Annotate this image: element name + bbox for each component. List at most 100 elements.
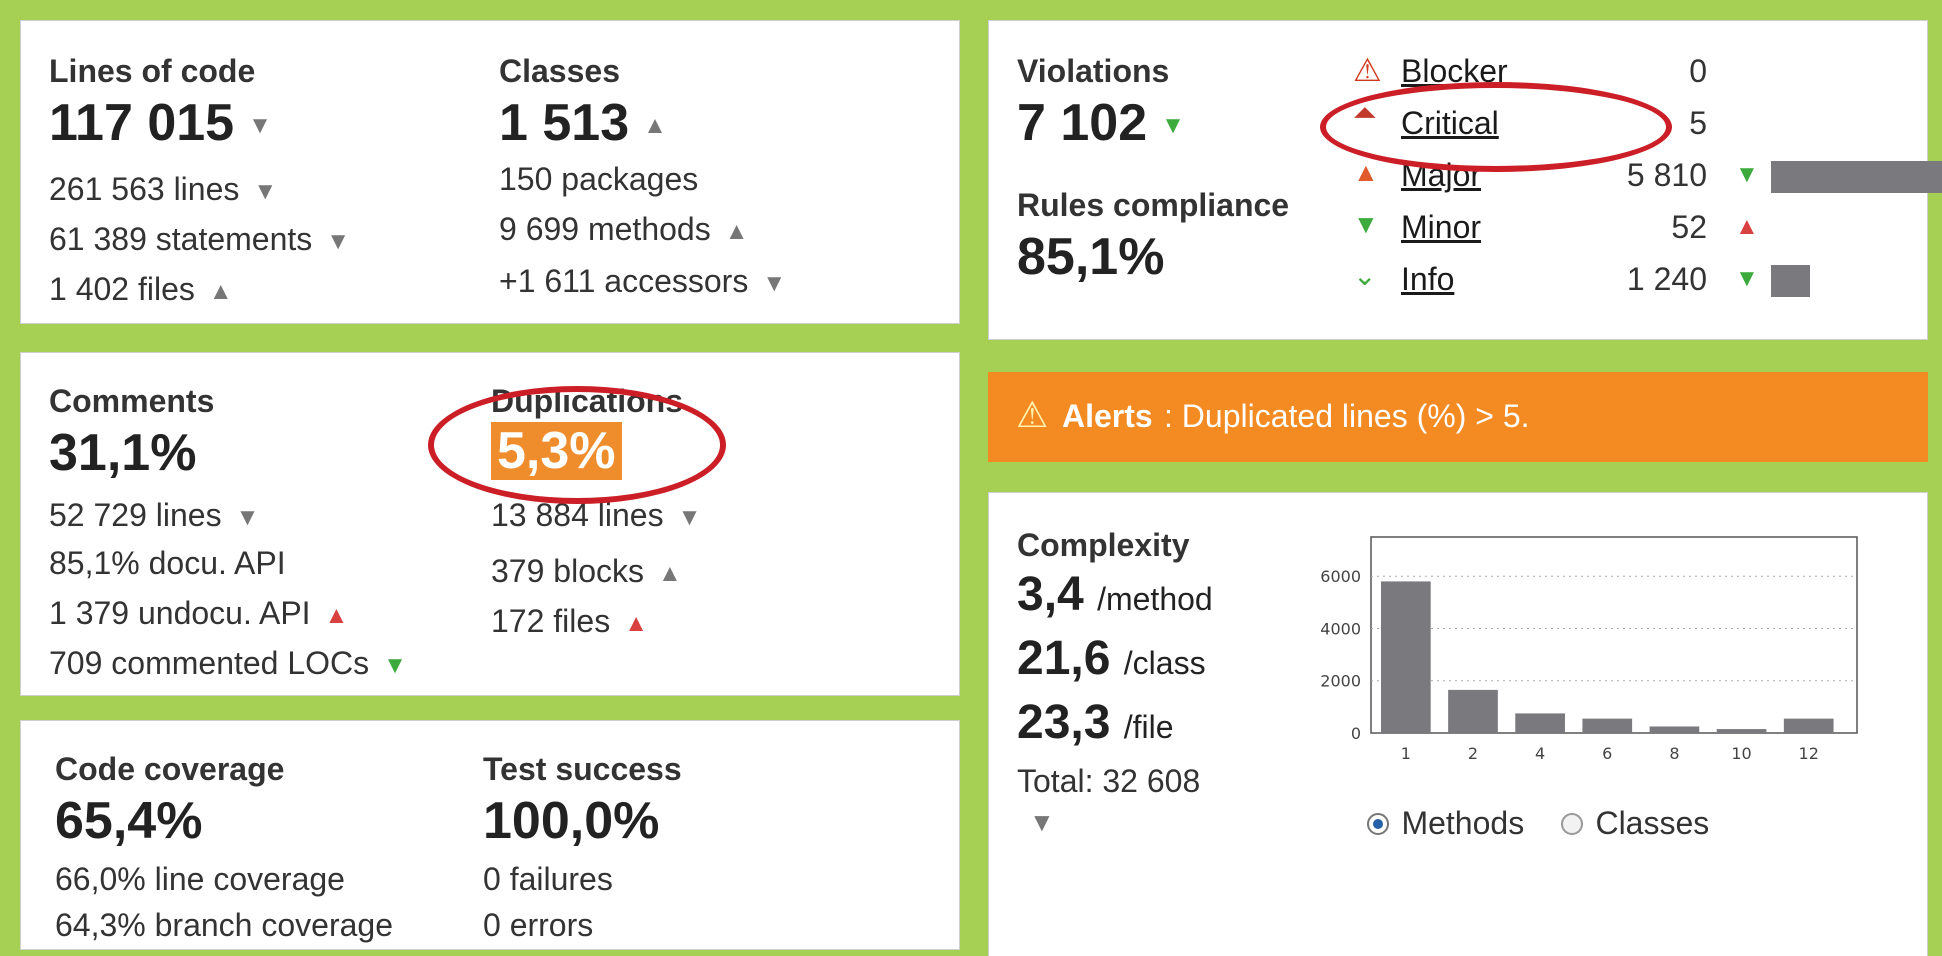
- severity-link-info[interactable]: Info: [1401, 261, 1454, 298]
- trend-down-icon: ▼: [1161, 112, 1185, 140]
- trend-up-icon: ▲: [624, 609, 648, 637]
- blocker-icon: ⚠: [1353, 52, 1382, 88]
- violations-value: 7 102 ▼: [1017, 94, 1185, 152]
- chart-xtick-label: 1: [1401, 744, 1411, 763]
- severity-link-minor[interactable]: Minor: [1401, 209, 1481, 246]
- minor-icon: ▼: [1353, 209, 1379, 239]
- severity-bar-info: [1771, 265, 1810, 297]
- line-coverage: 66,0% line coverage: [55, 861, 345, 897]
- trend-down-icon: ▼: [248, 112, 272, 140]
- commented-locs: 709 commented LOCs ▼: [49, 645, 407, 681]
- trend-down-icon: ▼: [383, 651, 407, 679]
- major-icon: ▲: [1353, 157, 1379, 187]
- alert-title: Alerts: [1062, 398, 1153, 434]
- trend-down-icon: ▼: [1735, 161, 1759, 188]
- chart-xtick-label: 6: [1602, 744, 1612, 763]
- alert-message: : Duplicated lines (%) > 5.: [1164, 398, 1530, 434]
- info-icon: ⌄: [1353, 260, 1377, 291]
- trend-up-icon: ▲: [208, 277, 233, 305]
- trend-down-icon: ▼: [253, 177, 278, 205]
- classes-value: 1 513 ▲: [499, 94, 667, 152]
- trend-down-icon: ▼: [235, 503, 260, 531]
- branch-coverage: 64,3% branch coverage: [55, 907, 393, 943]
- duplications-highlight-ring: [428, 386, 726, 504]
- chart-bar: [1448, 689, 1498, 733]
- chart-ytick-label: 6000: [1320, 567, 1361, 586]
- radio-methods[interactable]: Methods: [1367, 805, 1524, 845]
- radio-classes-label: Classes: [1595, 805, 1710, 841]
- severity-count-info: 1 240: [1626, 261, 1707, 297]
- lines-of-code-value: 117 015 ▼: [49, 94, 272, 152]
- chart-xtick-label: 10: [1731, 744, 1751, 763]
- radio-unselected-icon: [1561, 812, 1583, 835]
- chart-xtick-label: 2: [1468, 744, 1478, 763]
- chart-ytick-label: 4000: [1320, 619, 1361, 638]
- violations-panel: Violations 7 102 ▼ Rules compliance 85,1%…: [988, 20, 1942, 340]
- severity-count-major: 5 810: [1626, 157, 1707, 193]
- methods: 9 699 methods ▲: [499, 211, 749, 247]
- docu-api: 85,1% docu. API: [49, 545, 286, 581]
- statements: 61 389 statements ▼: [49, 221, 351, 257]
- severity-count-blocker: 0: [1689, 53, 1707, 89]
- complexity-label: Complexity: [1017, 527, 1190, 563]
- chart-bar: [1381, 581, 1431, 733]
- severity-bar-major: [1771, 161, 1942, 193]
- comments-value: 31,1%: [49, 424, 197, 482]
- chart-bar: [1649, 726, 1700, 733]
- trend-up-icon: ▲: [1735, 213, 1759, 240]
- complexity-distribution-chart: 02000400060001 2 4 6 8 10 12: [1320, 536, 1858, 763]
- radio-selected-icon: [1367, 812, 1389, 835]
- complexity-per-class: 21,6 /class: [1017, 632, 1206, 685]
- rules-compliance-value: 85,1%: [1017, 228, 1165, 286]
- test-success-label: Test success: [483, 751, 682, 787]
- severity-row-minor: ▼ Minor 52 ▲: [1353, 207, 1913, 251]
- accessors: +1 611 accessors ▼: [499, 263, 787, 299]
- test-success-value: 100,0%: [483, 792, 660, 850]
- warning-icon: ⚠: [1016, 394, 1049, 435]
- trend-down-icon: ▼: [762, 269, 787, 297]
- violations-label: Violations: [1017, 53, 1170, 89]
- trend-up-icon: ▲: [643, 112, 667, 140]
- radio-classes[interactable]: Classes: [1561, 805, 1709, 845]
- duplicated-files: 172 files ▲: [491, 603, 648, 639]
- classes-label: Classes: [499, 53, 620, 89]
- chart-bar: [1716, 729, 1767, 733]
- chart-xtick-label: 12: [1799, 744, 1819, 763]
- total-lines: 261 563 lines ▼: [49, 171, 278, 207]
- chart-xtick-label: 8: [1669, 744, 1679, 763]
- complexity-per-file: 23,3 /file: [1017, 696, 1174, 749]
- lines-of-code-label: Lines of code: [49, 53, 256, 89]
- complexity-panel: Complexity 3,4 /method 21,6 /class 23,3 …: [988, 492, 1928, 956]
- code-coverage-label: Code coverage: [55, 751, 285, 787]
- chart-bar: [1582, 718, 1633, 733]
- trend-down-icon: ▼: [1735, 265, 1759, 292]
- test-errors: 0 errors: [483, 907, 594, 943]
- duplicated-blocks: 379 blocks ▲: [491, 553, 682, 589]
- chart-plot-area: [1370, 536, 1858, 734]
- complexity-total: Total: 32 608: [1017, 763, 1201, 799]
- coverage-panel: Code coverage 65,4% 66,0% line coverage …: [20, 720, 960, 950]
- severity-row-info: ⌄ Info 1 240 ▼: [1353, 259, 1913, 303]
- chart-ytick-label: 2000: [1320, 672, 1361, 691]
- trend-up-icon: ▲: [724, 217, 749, 245]
- critical-highlight-ring: [1320, 82, 1672, 172]
- test-failures: 0 failures: [483, 861, 613, 897]
- chart-ytick-label: 0: [1351, 724, 1361, 743]
- trend-up-icon: ▲: [324, 601, 349, 629]
- code-coverage-value: 65,4%: [55, 792, 203, 850]
- chart-xtick-label: 4: [1535, 744, 1545, 763]
- chart-bar: [1783, 718, 1834, 733]
- trend-down-icon: ▼: [677, 503, 702, 531]
- packages: 150 packages: [499, 161, 699, 197]
- radio-methods-label: Methods: [1401, 805, 1525, 841]
- severity-count-minor: 52: [1671, 209, 1707, 245]
- files: 1 402 files ▲: [49, 271, 233, 307]
- comment-lines: 52 729 lines ▼: [49, 497, 260, 533]
- trend-down-icon: ▼: [1029, 807, 1055, 837]
- size-panel: Lines of code 117 015 ▼ 261 563 lines ▼ 61…: [20, 20, 960, 324]
- alert-bar: ⚠ Alerts : Duplicated lines (%) > 5.: [988, 372, 1928, 462]
- undocu-api: 1 379 undocu. API ▲: [49, 595, 349, 631]
- comments-label: Comments: [49, 383, 215, 419]
- complexity-per-method: 3,4 /method: [1017, 568, 1213, 621]
- chart-bar: [1515, 713, 1565, 733]
